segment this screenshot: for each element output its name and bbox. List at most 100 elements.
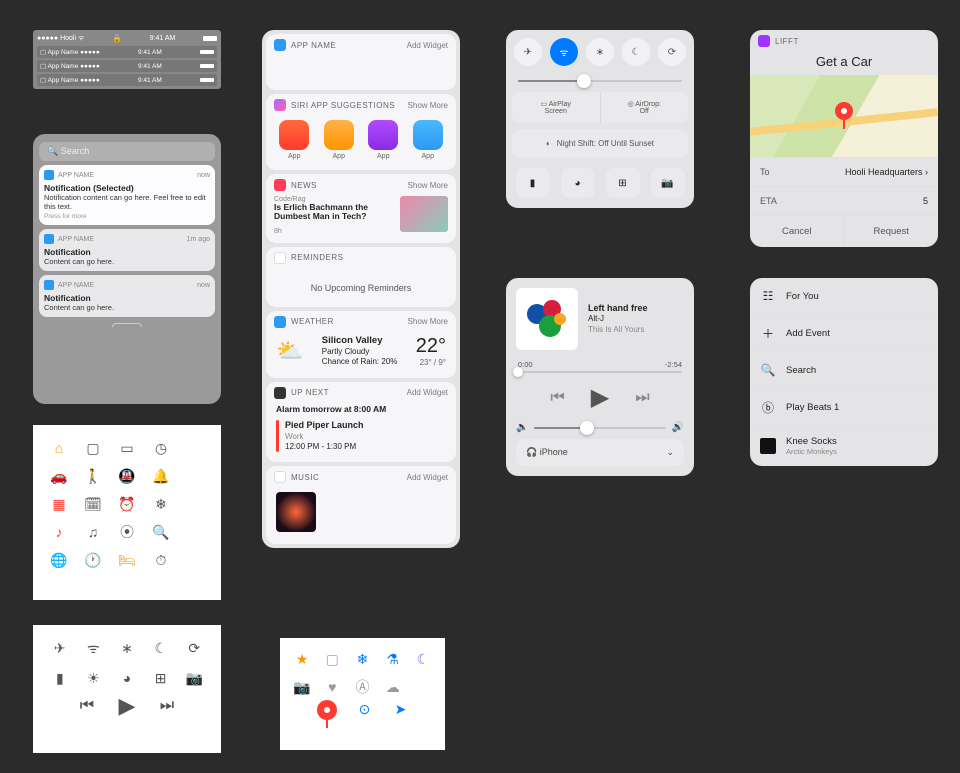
status-bar-variants: ●●●●● Hooli ᯤ 🔒 9:41 AM ▢ App Name ●●●●●…	[33, 30, 221, 89]
widget-title: Get a Car	[750, 52, 938, 75]
target-icon: ⊙	[356, 700, 374, 718]
moon-icon: ☾	[152, 639, 170, 657]
airdrop-button[interactable]: ◎ AirDrop:Off	[601, 92, 689, 123]
timer-button[interactable]: ◕	[561, 168, 595, 198]
map-view[interactable]	[750, 75, 938, 157]
grabber-handle[interactable]	[112, 323, 142, 327]
play-icon: ▶	[118, 697, 136, 715]
flask-icon: ⚗	[384, 650, 402, 668]
calculator-button[interactable]: ⊞	[606, 168, 640, 198]
wifi-toggle[interactable]: ᯤ	[550, 38, 578, 66]
heart-icon: ♥	[323, 678, 341, 696]
album-cover	[516, 288, 578, 350]
song-row[interactable]: Knee SocksArctic Monkeys	[750, 425, 938, 466]
timer-solid-icon: ◕	[118, 669, 136, 687]
globe-icon: 🌐	[50, 551, 68, 569]
calculator-icon: ⊞	[152, 669, 170, 687]
weather-icon: ⛅	[276, 338, 303, 364]
flashlight-button[interactable]: ▮	[516, 168, 550, 198]
bluetooth-icon: ∗	[118, 639, 136, 657]
icon-set-home: ⌂ ▢ ▭ ◷ 🚗 🚶 🚇 🔔 ▦ 🗓 ⏰ ❄ ♪ ♫ ⦿ 🔍 🌐 🕐 🛏 ⏱	[33, 425, 221, 600]
volume-slider[interactable]	[534, 427, 665, 429]
add-event-row[interactable]: ＋Add Event	[750, 314, 938, 351]
camera-button[interactable]: 📷	[651, 168, 685, 198]
search-row[interactable]: 🔍Search	[750, 351, 938, 388]
bluetooth-toggle[interactable]: ∗	[586, 38, 614, 66]
airplay-button[interactable]: ▭ AirPlayScreen	[512, 92, 601, 123]
ride-widget: LIFFT Get a Car ToHooli Headquarters › E…	[750, 30, 938, 247]
album-thumb-icon	[760, 438, 776, 454]
destination-row[interactable]: ToHooli Headquarters ›	[750, 157, 938, 186]
track-album: This Is All Yours	[588, 325, 648, 335]
track-title: Left hand free	[588, 303, 648, 315]
forward-button[interactable]: ⏭	[635, 389, 649, 407]
dnd-toggle[interactable]: ☾	[622, 38, 650, 66]
siri-app[interactable]: App	[413, 120, 443, 160]
square-icon: ▢	[323, 650, 341, 668]
compass-icon: ➤	[392, 700, 410, 718]
music-icon: ♪	[50, 523, 68, 541]
widget-news[interactable]: NEWSShow More Code/RagIs Erlich Bachmann…	[266, 174, 456, 243]
today-widgets: APP NAMEAdd Widget SIRI APP SUGGESTIONSS…	[262, 30, 460, 548]
search-icon: 🔍	[152, 523, 170, 541]
output-device-button[interactable]: 🎧 iPhone⌄	[516, 439, 684, 466]
notification-card-selected[interactable]: APP NAMEnow Notification (Selected) Noti…	[39, 165, 215, 225]
control-center: ✈ ᯤ ∗ ☾ ⟳ ▭ AirPlayScreen ◎ AirDrop:Off …	[506, 30, 694, 208]
rewind-icon: ⏮	[78, 697, 96, 715]
notification-card[interactable]: APP NAMEnow NotificationContent can go h…	[39, 275, 215, 317]
airplane-icon: ✈	[51, 639, 69, 657]
eta-row: ETA5	[750, 186, 938, 215]
appstore-icon: Ⓐ	[353, 678, 371, 696]
widget-reminders: REMINDERS No Upcoming Reminders	[266, 247, 456, 307]
add-widget-button[interactable]: Add Widget	[407, 41, 448, 50]
airplane-toggle[interactable]: ✈	[514, 38, 542, 66]
camera-icon: 📷	[185, 669, 203, 687]
brightness-slider[interactable]	[518, 80, 682, 82]
beats-icon: ⓑ	[760, 399, 776, 415]
widget-siri-suggestions: SIRI APP SUGGESTIONSShow More App App Ap…	[266, 94, 456, 170]
news-thumbnail	[400, 196, 448, 232]
track-artist: Alt-J	[588, 314, 648, 324]
grid-icon: ▦	[50, 495, 68, 513]
scrubber[interactable]	[518, 371, 682, 373]
for-you-row[interactable]: ☷For You	[750, 278, 938, 314]
widget-weather[interactable]: WEATHERShow More ⛅ Silicon ValleyPartly …	[266, 311, 456, 378]
gear-icon: ❄	[152, 495, 170, 513]
chevron-down-icon: ⌄	[666, 447, 674, 458]
play-button[interactable]: ▶	[591, 383, 609, 412]
search-icon: 🔍	[760, 362, 776, 378]
camera-grey-icon: 📷	[293, 678, 311, 696]
star-icon: ★	[293, 650, 311, 668]
flashlight-icon: ▮	[51, 669, 69, 687]
train-icon: 🚇	[118, 467, 136, 485]
widget-up-next[interactable]: UP NEXTAdd Widget Alarm tomorrow at 8:00…	[266, 382, 456, 462]
siri-app[interactable]: App	[279, 120, 309, 160]
request-button[interactable]: Request	[845, 216, 939, 247]
widget-music[interactable]: MUSICAdd Widget	[266, 466, 456, 544]
night-shift-button[interactable]: ◐Night Shift: Off Until Sunset	[512, 129, 688, 158]
album-art	[276, 492, 316, 532]
map-pin-icon	[834, 101, 854, 129]
wifi-icon: ᯤ	[84, 639, 102, 657]
note-icon: ♫	[84, 523, 102, 541]
siri-app[interactable]: App	[324, 120, 354, 160]
rewind-button[interactable]: ⏮	[550, 389, 564, 407]
cloud-icon: ☁	[384, 678, 402, 696]
quick-actions-list: ☷For You ＋Add Event 🔍Search ⓑPlay Beats …	[750, 278, 938, 466]
play-beats-row[interactable]: ⓑPlay Beats 1	[750, 388, 938, 425]
siri-app[interactable]: App	[368, 120, 398, 160]
search-input[interactable]: 🔍 Search	[39, 142, 215, 161]
show-more-button[interactable]: Show More	[408, 101, 448, 110]
pin-icon	[316, 700, 338, 728]
volume-min-icon: 🔈	[516, 422, 528, 433]
newspaper-icon: ☷	[760, 288, 776, 304]
forward-icon: ⏭	[158, 697, 176, 715]
moon-color-icon: ☾	[414, 650, 432, 668]
notification-center: 🔍 Search APP NAMEnow Notification (Selec…	[33, 134, 221, 404]
notification-card[interactable]: APP NAME1m ago NotificationContent can g…	[39, 229, 215, 271]
icon-set-controlcenter: ✈ ᯤ ∗ ☾ ⟳ ▮ ☀ ◕ ⊞ 📷 ⏮ ▶ ⏭	[33, 625, 221, 753]
rotation-lock-toggle[interactable]: ⟳	[658, 38, 686, 66]
cancel-button[interactable]: Cancel	[750, 216, 845, 247]
car-icon: 🚗	[50, 467, 68, 485]
volume-max-icon: 🔊	[672, 422, 684, 433]
